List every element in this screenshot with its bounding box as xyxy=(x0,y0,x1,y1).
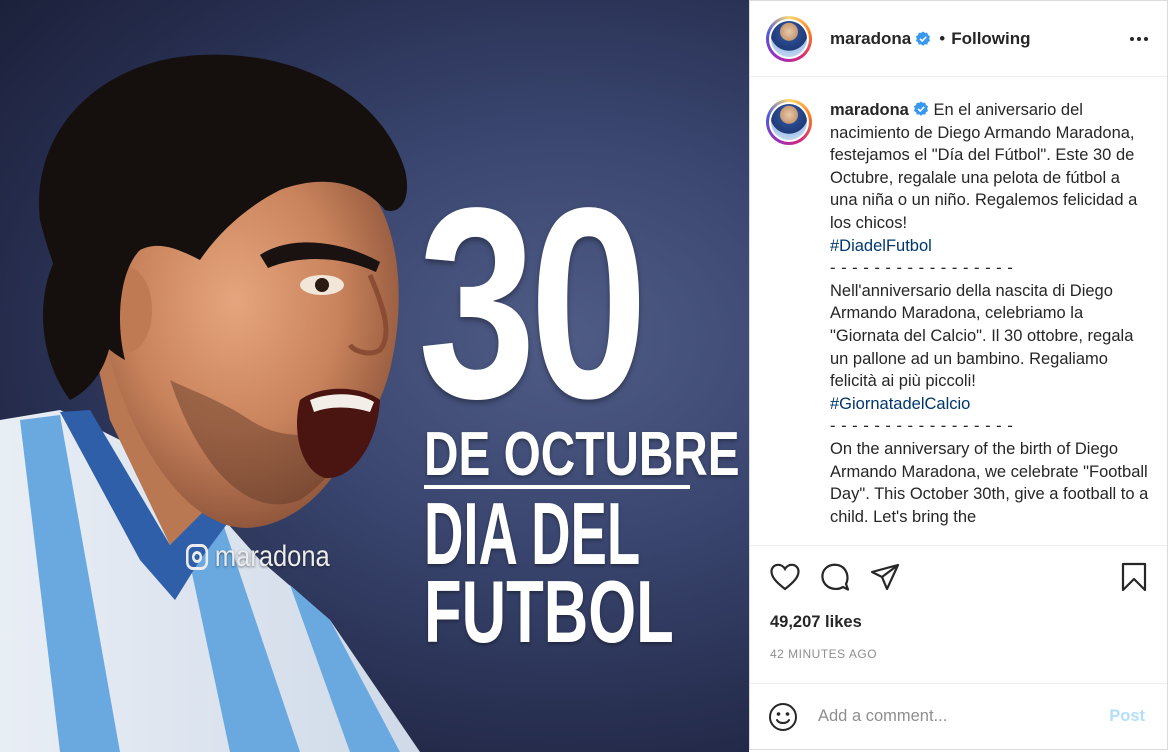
post-caption: maradona En el aniversario del nacimient… xyxy=(830,99,1150,545)
caption-story-ring[interactable] xyxy=(766,99,812,145)
post-header: maradona • Following xyxy=(750,1,1167,77)
caption-english: On the anniversary of the birth of Diego… xyxy=(830,439,1149,526)
comment-icon[interactable] xyxy=(818,560,852,594)
watermark-handle: maradona xyxy=(214,540,330,573)
caption-spanish: En el aniversario del nacimiento de Dieg… xyxy=(830,101,1142,232)
post-timestamp[interactable]: 42 MINUTES AGO xyxy=(750,639,1167,677)
post-comment-button[interactable]: Post xyxy=(1103,706,1151,727)
caption-italian: Nell'anniversario della nascita di Diego… xyxy=(830,281,1134,391)
header-separator: • xyxy=(939,28,946,48)
following-button[interactable]: Following xyxy=(951,29,1030,49)
verified-badge-icon xyxy=(916,31,931,46)
caption-separator: - - - - - - - - - - - - - - - - - xyxy=(830,417,1014,436)
bookmark-icon[interactable] xyxy=(1117,560,1151,594)
headline-line2: FUTBOL xyxy=(424,562,674,661)
comment-input[interactable] xyxy=(816,706,1104,727)
add-comment-bar: Post xyxy=(750,683,1167,749)
caption-avatar xyxy=(769,102,809,142)
likes-count[interactable]: 49,207 likes xyxy=(750,607,1167,639)
caption-username[interactable]: maradona xyxy=(830,101,909,119)
more-options-icon[interactable] xyxy=(1127,27,1151,51)
emoji-icon[interactable] xyxy=(766,700,800,734)
verified-badge-icon xyxy=(913,101,928,116)
action-bar xyxy=(750,545,1167,607)
comments-area[interactable]: maradona En el aniversario del nacimient… xyxy=(750,77,1167,545)
avatar xyxy=(769,18,809,59)
month-text: DE OCTUBRE xyxy=(424,420,740,489)
date-number: 30 xyxy=(418,151,648,455)
heart-icon[interactable] xyxy=(768,560,802,594)
share-icon[interactable] xyxy=(868,560,902,594)
header-username[interactable]: maradona xyxy=(830,29,911,49)
hashtag-link[interactable]: #GiornatadelCalcio xyxy=(830,393,1150,416)
story-ring[interactable] xyxy=(766,15,812,62)
image-watermark: maradona xyxy=(186,540,330,574)
post-image[interactable]: 30 DE OCTUBRE DIA DEL FUTBOL maradona xyxy=(0,0,749,752)
hashtag-link[interactable]: #DiadelFutbol xyxy=(830,235,1150,258)
instagram-post: 30 DE OCTUBRE DIA DEL FUTBOL maradona ma… xyxy=(0,0,1170,752)
post-details-panel: maradona • Following maradona En el aniv… xyxy=(749,0,1168,750)
caption-separator: - - - - - - - - - - - - - - - - - xyxy=(830,259,1014,278)
instagram-icon xyxy=(186,544,209,570)
